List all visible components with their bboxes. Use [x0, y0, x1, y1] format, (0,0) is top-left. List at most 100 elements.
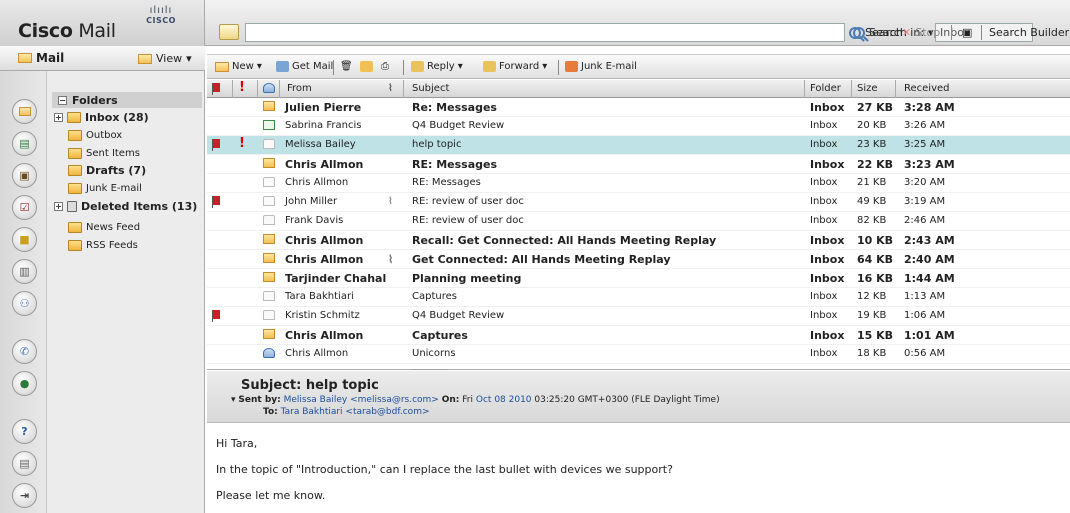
reply-button[interactable]: Reply ▾	[411, 61, 463, 72]
delete-button[interactable]: 🗑	[340, 61, 353, 72]
message-received: 1:06 AM	[904, 310, 946, 321]
folder-deleted-items[interactable]: + Deleted Items (13)	[54, 198, 197, 214]
tasks-app-icon[interactable]: ☑	[12, 195, 37, 220]
message-row[interactable]: Chris Allmon RE: Messages Inbox 22 KB 3:23 A…	[207, 155, 1070, 174]
message-folder: Inbox	[810, 158, 845, 171]
message-received: 1:44 AM	[904, 272, 955, 285]
folder-junk[interactable]: Junk E-mail	[68, 180, 142, 196]
flag-column-header[interactable]	[212, 83, 220, 95]
paperclip-icon: ⌇	[388, 83, 393, 94]
date-link[interactable]: Oct 08 2010	[476, 395, 532, 405]
new-button[interactable]: New ▾	[215, 61, 262, 72]
mail-app-icon[interactable]	[12, 99, 37, 124]
folder-inbox[interactable]: + Inbox (28)	[54, 109, 149, 125]
size-column-header[interactable]: Size	[857, 83, 878, 94]
folder-column-header[interactable]: Folder	[810, 83, 841, 94]
subject-column-header[interactable]: Subject	[412, 83, 449, 94]
received-column-header[interactable]: Received	[904, 83, 950, 94]
message-row[interactable]: Sabrina Francis Q4 Budget Review Inbox 20 K…	[207, 117, 1070, 136]
message-row[interactable]: Julien Pierre Re: Messages Inbox 27 KB 3:28 …	[207, 98, 1070, 117]
notes-app-icon[interactable]: ■	[12, 227, 37, 252]
expand-icon[interactable]: +	[54, 201, 63, 211]
mail-label[interactable]: Mail	[18, 51, 64, 65]
folder-icon	[68, 239, 82, 251]
flag-icon[interactable]	[212, 139, 220, 151]
reading-pane: Subject: help topic ▾ Sent by: Melissa B…	[207, 371, 1070, 513]
message-subject: Q4 Budget Review	[412, 310, 505, 321]
unread-status-icon	[263, 253, 275, 266]
flag-icon[interactable]	[212, 196, 220, 208]
message-row[interactable]: Chris Allmon Recall: Get Connected: All H…	[207, 231, 1070, 250]
message-received: 0:56 AM	[904, 348, 946, 359]
network-app-icon[interactable]: ⚇	[12, 291, 37, 316]
logout-icon[interactable]: ⇥	[12, 483, 37, 508]
sent-icon	[68, 147, 82, 159]
message-row[interactable]: ! Melissa Bailey help topic Inbox 23 KB 3:25 …	[207, 136, 1070, 155]
attachment-column-header[interactable]: ⌇	[388, 83, 393, 94]
compose-search-icon	[219, 24, 239, 40]
junk-email-button[interactable]: Junk E-mail	[565, 61, 637, 72]
print-button[interactable]: ⎙	[381, 61, 389, 72]
importance-column-header[interactable]: !	[239, 80, 245, 95]
message-size: 18 KB	[857, 348, 887, 359]
folder-rss-feeds[interactable]: RSS Feeds	[68, 237, 138, 253]
junk-icon	[565, 61, 578, 72]
message-folder: Inbox	[810, 272, 845, 285]
save-search-button[interactable]: ▣	[962, 26, 972, 39]
message-received: 2:46 AM	[904, 215, 946, 226]
phone-app-icon[interactable]: ✆	[12, 339, 37, 364]
move-button[interactable]	[360, 61, 373, 72]
folder-outbox[interactable]: Outbox	[68, 127, 122, 143]
chevron-down-icon: ▾	[186, 52, 192, 65]
message-row[interactable]: Chris Allmon Unicorns Inbox 18 KB 0:56 AM	[207, 345, 1070, 364]
message-subject: Unicorns	[412, 348, 456, 359]
message-row[interactable]: Chris Allmon ⌇ Get Connected: All Hands Me…	[207, 250, 1070, 269]
importance-icon: !	[239, 136, 245, 151]
folder-sent-items[interactable]: Sent Items	[68, 145, 140, 161]
collapse-icon[interactable]: −	[58, 95, 67, 105]
collapse-arrow-icon[interactable]: ▾	[231, 395, 236, 405]
recipient-link[interactable]: Tara Bakhtiari <tarab@bdf.com>	[281, 407, 430, 417]
folder-news-feed[interactable]: News Feed	[68, 219, 140, 235]
briefcase-app-icon[interactable]: ▥	[12, 259, 37, 284]
sender-link[interactable]: Melissa Bailey <melissa@rs.com>	[284, 395, 439, 405]
app-title: Cisco Mail	[18, 20, 116, 42]
stop-button[interactable]: ✕ Stop	[902, 26, 940, 39]
from-column-header[interactable]: From	[287, 83, 312, 94]
flag-icon[interactable]	[212, 310, 220, 322]
folder-drafts[interactable]: Drafts (7)	[68, 162, 146, 178]
help-icon[interactable]: ?	[12, 419, 37, 444]
message-row[interactable]: Tarjinder Chahal Planning meeting Inbox 16 …	[207, 269, 1070, 288]
search-input[interactable]	[245, 23, 845, 42]
message-size: 16 KB	[857, 272, 894, 285]
message-subject: RE: review of user doc	[412, 196, 524, 207]
message-row[interactable]: Chris Allmon RE: Messages Inbox 21 KB 3:20 A…	[207, 174, 1070, 193]
message-row[interactable]: Chris Allmon Captures Inbox 15 KB 1:01 AM	[207, 326, 1070, 345]
forward-button[interactable]: Forward ▾	[483, 61, 547, 72]
message-row[interactable]: Kristin Schmitz Q4 Budget Review Inbox 19 K…	[207, 307, 1070, 326]
view-icon	[138, 53, 152, 64]
get-mail-button[interactable]: Get Mail	[276, 61, 333, 72]
search-builder-button[interactable]: Search Builder	[989, 26, 1069, 39]
message-from: Chris Allmon	[285, 329, 364, 342]
folders-header[interactable]: − Folders	[52, 92, 202, 108]
expand-icon[interactable]: +	[54, 112, 63, 122]
status-column-header[interactable]	[263, 83, 275, 96]
message-row[interactable]: Frank Davis RE: review of user doc Inbox 82…	[207, 212, 1070, 231]
message-folder: Inbox	[810, 120, 838, 131]
search-button[interactable]: Search	[849, 26, 903, 39]
message-from: Kristin Schmitz	[285, 310, 360, 321]
message-subject: Recall: Get Connected: All Hands Meeting…	[412, 234, 717, 247]
chevron-down-icon: ▾	[542, 61, 548, 72]
trash-icon: 🗑	[340, 61, 353, 72]
calendar-app-icon[interactable]: ▤	[12, 131, 37, 156]
view-dropdown[interactable]: View ▾	[138, 52, 192, 65]
message-from: Frank Davis	[285, 215, 344, 226]
document-icon[interactable]: ▤	[12, 451, 37, 476]
globe-app-icon[interactable]: ●	[12, 371, 37, 396]
contacts-app-icon[interactable]: ▣	[12, 163, 37, 188]
cisco-logo: ılıılı CISCO	[146, 5, 176, 26]
message-row[interactable]: Tara Bakhtiari Captures Inbox 12 KB 1:13 AM	[207, 288, 1070, 307]
message-row[interactable]: John Miller ⌇ RE: review of user doc Inbox 4…	[207, 193, 1070, 212]
move-to-folder-icon	[360, 61, 373, 72]
